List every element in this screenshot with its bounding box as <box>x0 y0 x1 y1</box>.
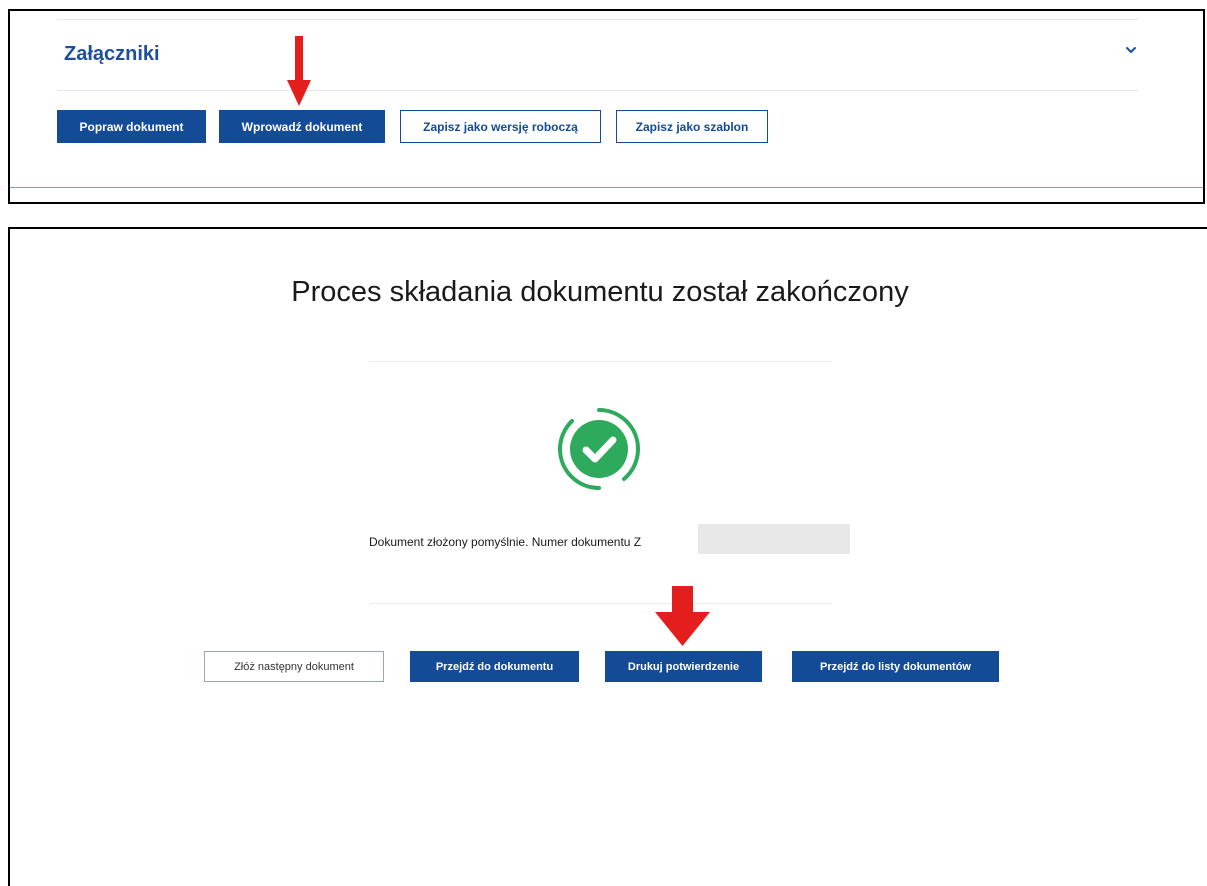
redacted-document-number <box>698 524 850 554</box>
red-down-arrow-icon <box>655 586 710 646</box>
top-divider <box>57 19 1138 20</box>
red-down-arrow-icon <box>287 36 311 106</box>
zloz-nastepny-button[interactable]: Złóż następny dokument <box>204 651 384 682</box>
lista-dokumentow-button[interactable]: Przejdź do listy dokumentów <box>792 651 999 682</box>
wprowadz-dokument-button[interactable]: Wprowadź dokument <box>219 110 385 143</box>
drukuj-potwierdzenie-button[interactable]: Drukuj potwierdzenie <box>605 651 762 682</box>
save-template-button[interactable]: Zapisz jako szablon <box>616 110 768 143</box>
popraw-dokument-button[interactable]: Popraw dokument <box>57 110 206 143</box>
success-message: Dokument złożony pomyślnie. Numer dokume… <box>369 535 642 549</box>
save-draft-button[interactable]: Zapisz jako wersję roboczą <box>400 110 601 143</box>
attachments-section-title: Załączniki <box>64 43 160 65</box>
check-circle-icon <box>558 408 641 490</box>
panel-bottom-border <box>10 187 1203 188</box>
przejdz-do-dokumentu-button[interactable]: Przejdź do dokumentu <box>410 651 579 682</box>
chevron-down-icon[interactable] <box>1124 43 1138 57</box>
page-title: Proces składania dokumentu został zakońc… <box>291 276 909 308</box>
title-divider <box>370 361 832 362</box>
confirmation-panel: Proces składania dokumentu został zakońc… <box>8 227 1207 886</box>
section-divider <box>57 90 1138 91</box>
message-divider <box>370 603 832 604</box>
attachments-panel: Załączniki Popraw dokument Wprowadź doku… <box>8 9 1205 204</box>
